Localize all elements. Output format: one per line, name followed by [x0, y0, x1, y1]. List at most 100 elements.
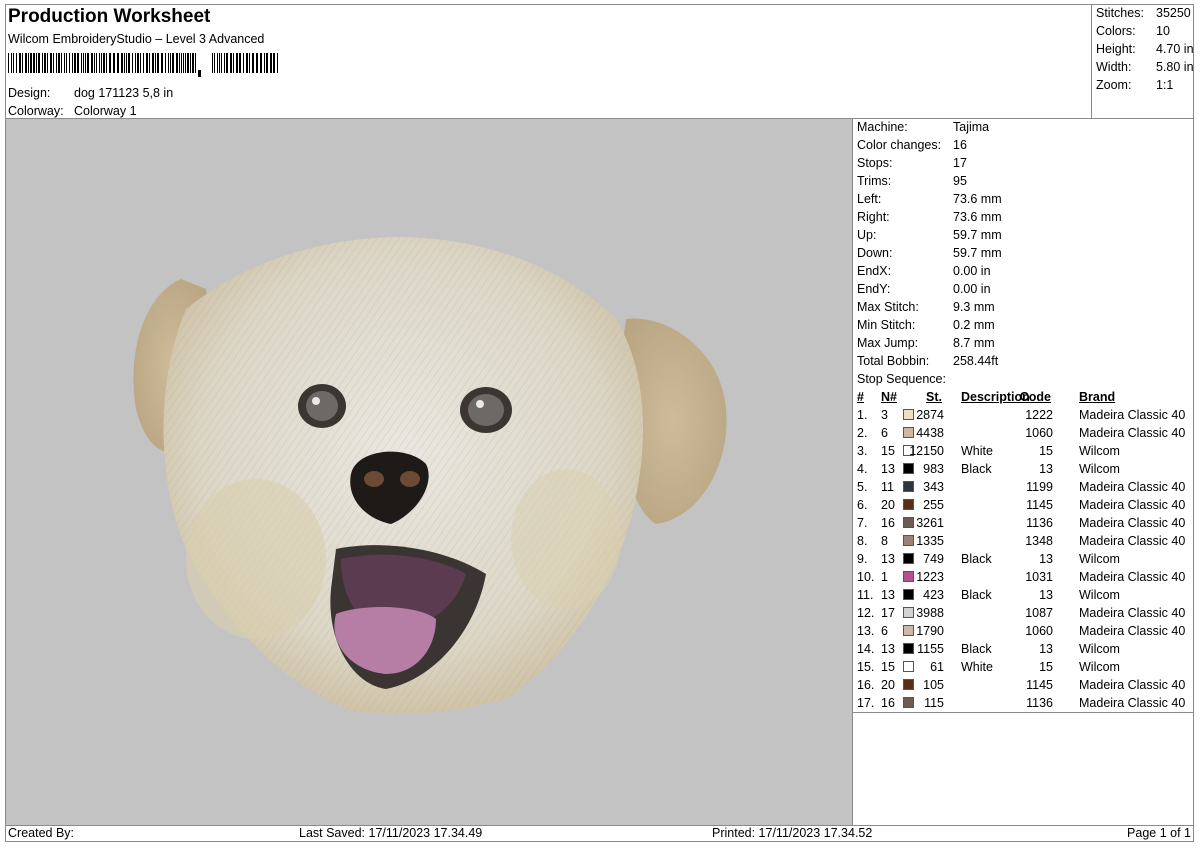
- machine-info-value: 73.6 mm: [953, 192, 1002, 206]
- summary-row: Zoom: 1:1: [1092, 76, 1194, 94]
- row-stitches: 105: [923, 678, 944, 692]
- row-num: 11.: [857, 588, 874, 602]
- machine-info-value: 0.00 in: [953, 282, 991, 296]
- summary-row: Stitches: 35250: [1092, 4, 1194, 22]
- header-stitches: St.: [926, 390, 942, 404]
- color-swatch: [903, 463, 914, 474]
- color-swatch: [903, 697, 914, 708]
- stop-sequence-row: 12. 17 3988 1087 Madeira Classic 40: [853, 604, 1194, 622]
- row-stitches: 3988: [916, 606, 944, 620]
- stop-sequence-row: 3. 15 12150 White 15 Wilcom: [853, 442, 1194, 460]
- row-needle: 6: [881, 624, 888, 638]
- row-brand: Wilcom: [1079, 462, 1120, 476]
- color-swatch: [903, 661, 914, 672]
- row-num: 5.: [857, 480, 868, 494]
- row-brand: Madeira Classic 40: [1079, 570, 1186, 584]
- summary-label: Stitches:: [1096, 6, 1144, 20]
- row-needle: 17: [881, 606, 895, 620]
- row-num: 14.: [857, 642, 875, 656]
- row-stitches: 749: [923, 552, 944, 566]
- summary-value: 10: [1156, 24, 1170, 38]
- machine-info-row: EndX: 0.00 in: [853, 262, 1194, 280]
- machine-info-panel: Machine: Tajima Color changes: 16 Stops: 17 Tr…: [852, 118, 1194, 825]
- panel-divider: [853, 712, 1194, 713]
- summary-value: 1:1: [1156, 78, 1174, 92]
- row-brand: Madeira Classic 40: [1079, 606, 1186, 620]
- machine-info-value: 73.6 mm: [953, 210, 1002, 224]
- row-needle: 6: [881, 426, 888, 440]
- machine-info-label: Machine:: [857, 120, 908, 134]
- row-brand: Wilcom: [1079, 444, 1120, 458]
- machine-info-row: Trims: 95: [853, 172, 1194, 190]
- row-code: 1136: [1026, 516, 1053, 530]
- machine-info-label: EndY:: [857, 282, 891, 296]
- summary-value: 4.70 in: [1156, 42, 1194, 56]
- row-num: 7.: [857, 516, 868, 530]
- stop-sequence-row: 1. 3 2874 1222 Madeira Classic 40: [853, 406, 1194, 424]
- row-code: 1199: [1026, 480, 1053, 494]
- row-needle: 20: [881, 498, 895, 512]
- row-code: 1060: [1025, 426, 1053, 440]
- machine-info-label: Right:: [857, 210, 890, 224]
- machine-info-row: Up: 59.7 mm: [853, 226, 1194, 244]
- last-saved: Last Saved: 17/11/2023 17.34.49: [299, 826, 483, 840]
- machine-info-row: Machine: Tajima: [853, 118, 1194, 136]
- stop-sequence-header: # N# St. Description Code Brand: [853, 388, 1194, 406]
- row-brand: Madeira Classic 40: [1079, 426, 1186, 440]
- header-brand: Brand: [1079, 390, 1116, 404]
- summary-value: 5.80 in: [1156, 60, 1194, 74]
- machine-info-value: 9.3 mm: [953, 300, 995, 314]
- stop-sequence-row: 6. 20 255 1145 Madeira Classic 40: [853, 496, 1194, 514]
- row-description: Black: [961, 642, 992, 656]
- design-row: Design: dog 171123 5,8 in: [8, 86, 173, 100]
- row-code: 13: [1039, 552, 1053, 566]
- machine-info-value: 95: [953, 174, 967, 188]
- row-brand: Madeira Classic 40: [1079, 534, 1186, 548]
- stop-sequence-row: 2. 6 4438 1060 Madeira Classic 40: [853, 424, 1194, 442]
- header-needle: N#: [881, 390, 897, 404]
- summary-row: Height: 4.70 in: [1092, 40, 1194, 58]
- row-needle: 3: [881, 408, 888, 422]
- machine-info-row: Total Bobbin: 258.44ft: [853, 352, 1194, 370]
- row-needle: 16: [881, 696, 895, 710]
- row-needle: 13: [881, 588, 895, 602]
- row-stitches: 1155: [917, 642, 944, 656]
- summary-value: 35250: [1156, 6, 1191, 20]
- row-brand: Madeira Classic 40: [1079, 696, 1186, 710]
- row-brand: Madeira Classic 40: [1079, 408, 1186, 422]
- row-description: Black: [961, 552, 992, 566]
- row-brand: Wilcom: [1079, 642, 1120, 656]
- row-stitches: 2874: [916, 408, 944, 422]
- row-num: 1.: [857, 408, 868, 422]
- colorway-row: Colorway: Colorway 1: [8, 104, 137, 118]
- summary-label: Width:: [1096, 60, 1132, 74]
- machine-info-label: Down:: [857, 246, 893, 260]
- row-num: 16.: [857, 678, 875, 692]
- row-code: 1145: [1026, 498, 1053, 512]
- stop-sequence-title: Stop Sequence:: [857, 372, 946, 386]
- row-stitches: 3261: [916, 516, 944, 530]
- machine-info-row: Color changes: 16: [853, 136, 1194, 154]
- row-code: 13: [1039, 588, 1053, 602]
- machine-info-row: Right: 73.6 mm: [853, 208, 1194, 226]
- worksheet-footer: Created By: Last Saved: 17/11/2023 17.34…: [5, 825, 1194, 842]
- row-brand: Madeira Classic 40: [1079, 624, 1186, 638]
- summary-row: Width: 5.80 in: [1092, 58, 1194, 76]
- machine-info-row: EndY: 0.00 in: [853, 280, 1194, 298]
- row-needle: 15: [881, 660, 895, 674]
- header-code: Code: [1019, 390, 1051, 404]
- color-swatch: [903, 607, 914, 618]
- machine-info-label: Stops:: [857, 156, 893, 170]
- machine-info-row: Min Stitch: 0.2 mm: [853, 316, 1194, 334]
- row-num: 12.: [857, 606, 875, 620]
- machine-info-row: Max Jump: 8.7 mm: [853, 334, 1194, 352]
- row-stitches: 255: [923, 498, 944, 512]
- design-label: Design:: [8, 86, 51, 100]
- row-stitches: 61: [930, 660, 944, 674]
- row-needle: 13: [881, 642, 895, 656]
- stop-sequence-row: 13. 6 1790 1060 Madeira Classic 40: [853, 622, 1194, 640]
- machine-info-value: 59.7 mm: [953, 246, 1002, 260]
- color-swatch: [903, 553, 914, 564]
- colorway-label: Colorway:: [8, 104, 64, 118]
- row-brand: Madeira Classic 40: [1079, 678, 1186, 692]
